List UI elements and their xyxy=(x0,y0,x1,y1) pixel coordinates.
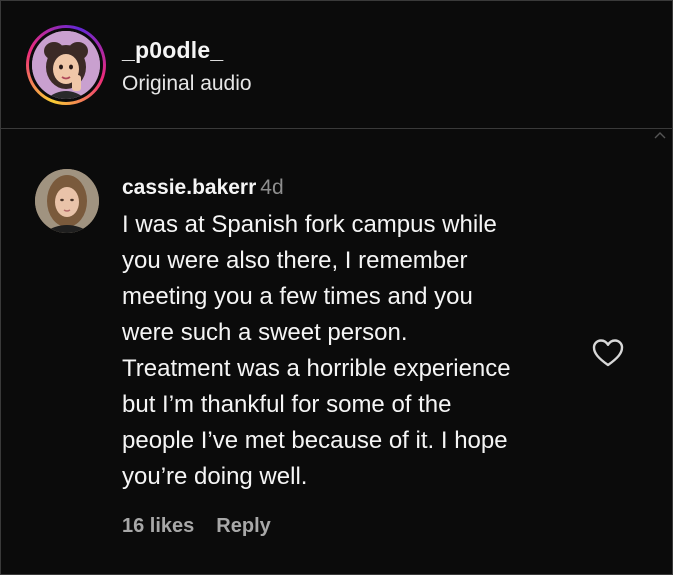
cartoon-avatar-icon xyxy=(32,31,100,99)
chevron-up-icon[interactable] xyxy=(654,131,666,139)
comment-timestamp: 4d xyxy=(260,176,284,199)
comment-username[interactable]: cassie.bakerr xyxy=(122,176,256,199)
story-avatar[interactable] xyxy=(26,25,106,105)
audio-label[interactable]: Original audio xyxy=(122,72,252,96)
avatar-illustration xyxy=(32,31,100,99)
comment-panel: _p0odle_ Original audio cassie.bakerr 4d … xyxy=(0,0,673,575)
post-header: _p0odle_ Original audio xyxy=(1,1,672,129)
profile-photo-icon xyxy=(35,169,99,233)
likes-count[interactable]: 16 likes xyxy=(122,515,194,537)
post-username[interactable]: _p0odle_ xyxy=(122,37,223,64)
commenter-avatar[interactable] xyxy=(35,169,99,233)
heart-outline-icon[interactable] xyxy=(592,338,624,368)
comment-text: I was at Spanish fork campus while you w… xyxy=(122,211,511,490)
reply-button[interactable]: Reply xyxy=(216,515,270,537)
comment-actions: 16 likes Reply xyxy=(122,515,271,538)
comment-header: cassie.bakerr 4d xyxy=(122,176,284,200)
